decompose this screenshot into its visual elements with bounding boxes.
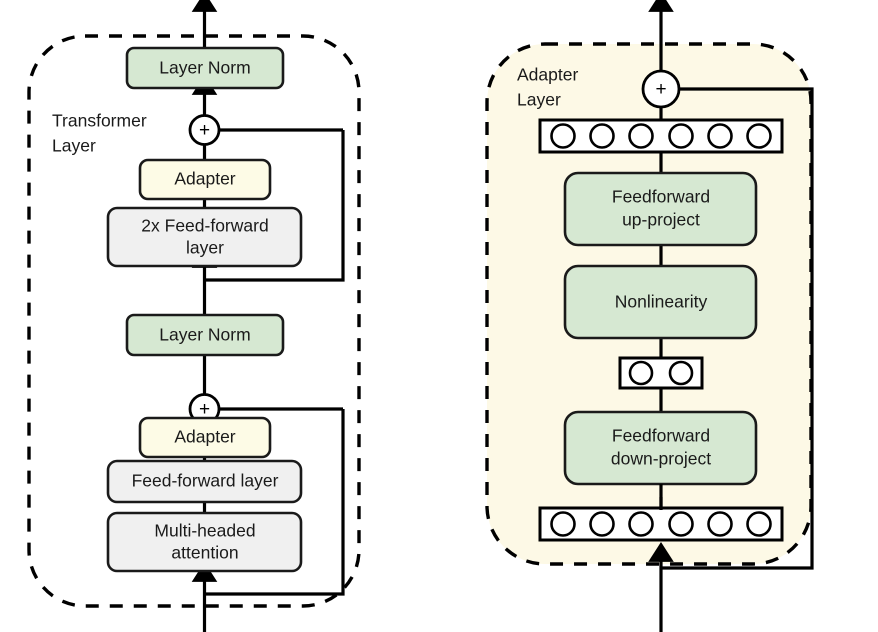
multi-headed-attention-label-line2: attention (171, 543, 238, 563)
neuron (707, 511, 733, 537)
adapter-top-label: Adapter (174, 169, 235, 189)
adapter-bottom-label: Adapter (174, 427, 235, 447)
adder-top[interactable]: + (188, 114, 221, 146)
neuron (628, 511, 654, 537)
neuron (668, 360, 694, 386)
adder-top-symbol: + (199, 120, 210, 141)
neuron-row-top[interactable] (538, 118, 784, 154)
feed-forward-layer-label: Feed-forward layer (132, 471, 279, 491)
neuron (550, 123, 576, 149)
neuron (628, 360, 654, 386)
feedforward-up-project-label-line2: up-project (622, 210, 700, 230)
layer-norm-top-label: Layer Norm (159, 58, 250, 78)
neuron (668, 123, 694, 149)
adapter-panel-label-line2: Layer (517, 90, 561, 110)
neuron-row-bottom-rect[interactable] (538, 506, 784, 542)
diagram-canvas: Transformer Layer Layer Norm + Adapter 2… (27, 0, 814, 632)
neuron (746, 511, 772, 537)
feedforward-down-project-label-line2: down-project (611, 449, 711, 469)
block-feedforward-down-project[interactable]: Feedforward down-project (563, 410, 758, 486)
transformer-panel-label-line1: Transformer (52, 111, 147, 131)
block-multi-headed-attention[interactable]: Multi-headed attention (106, 511, 303, 573)
multi-headed-attention-label-line1: Multi-headed (154, 521, 255, 541)
adapter-architecture-diagram: Transformer Layer Layer Norm + Adapter 2… (0, 0, 878, 632)
block-layer-norm-bottom[interactable]: Layer Norm (125, 313, 285, 357)
nonlinearity-label: Nonlinearity (615, 292, 708, 312)
block-feedforward-up-project[interactable]: Feedforward up-project (563, 171, 758, 247)
neuron-row-top-rect[interactable] (538, 118, 784, 154)
adapter-panel-label-line1: Adapter (517, 65, 578, 85)
block-adapter-top[interactable]: Adapter (138, 158, 272, 201)
block-feed-forward-2x[interactable]: 2x Feed-forward layer (106, 206, 303, 268)
feed-forward-2x-label-line2: layer (186, 238, 224, 258)
adder-adapter-symbol: + (655, 79, 666, 100)
feedforward-down-project-label-line1: Feedforward (612, 426, 710, 446)
neuron-row-bottleneck[interactable] (618, 356, 704, 390)
block-adapter-bottom[interactable]: Adapter (138, 416, 272, 459)
neuron (746, 123, 772, 149)
neuron (707, 123, 733, 149)
transformer-panel-label-line2: Layer (52, 136, 96, 156)
feedforward-up-project-label-line1: Feedforward (612, 187, 710, 207)
transformer-layer-panel: Transformer Layer Layer Norm + Adapter 2… (27, 0, 361, 632)
neuron (550, 511, 576, 537)
feed-forward-2x-label-line1: 2x Feed-forward (141, 216, 268, 236)
neuron-row-bottom[interactable] (538, 506, 784, 542)
layer-norm-bottom-label: Layer Norm (159, 325, 250, 345)
neuron (589, 511, 615, 537)
neuron (668, 511, 694, 537)
block-layer-norm-top[interactable]: Layer Norm (125, 46, 285, 90)
block-nonlinearity[interactable]: Nonlinearity (563, 264, 758, 340)
block-feed-forward-layer[interactable]: Feed-forward layer (106, 459, 303, 504)
adder-adapter[interactable]: + (641, 69, 681, 109)
neuron (628, 123, 654, 149)
neuron (589, 123, 615, 149)
